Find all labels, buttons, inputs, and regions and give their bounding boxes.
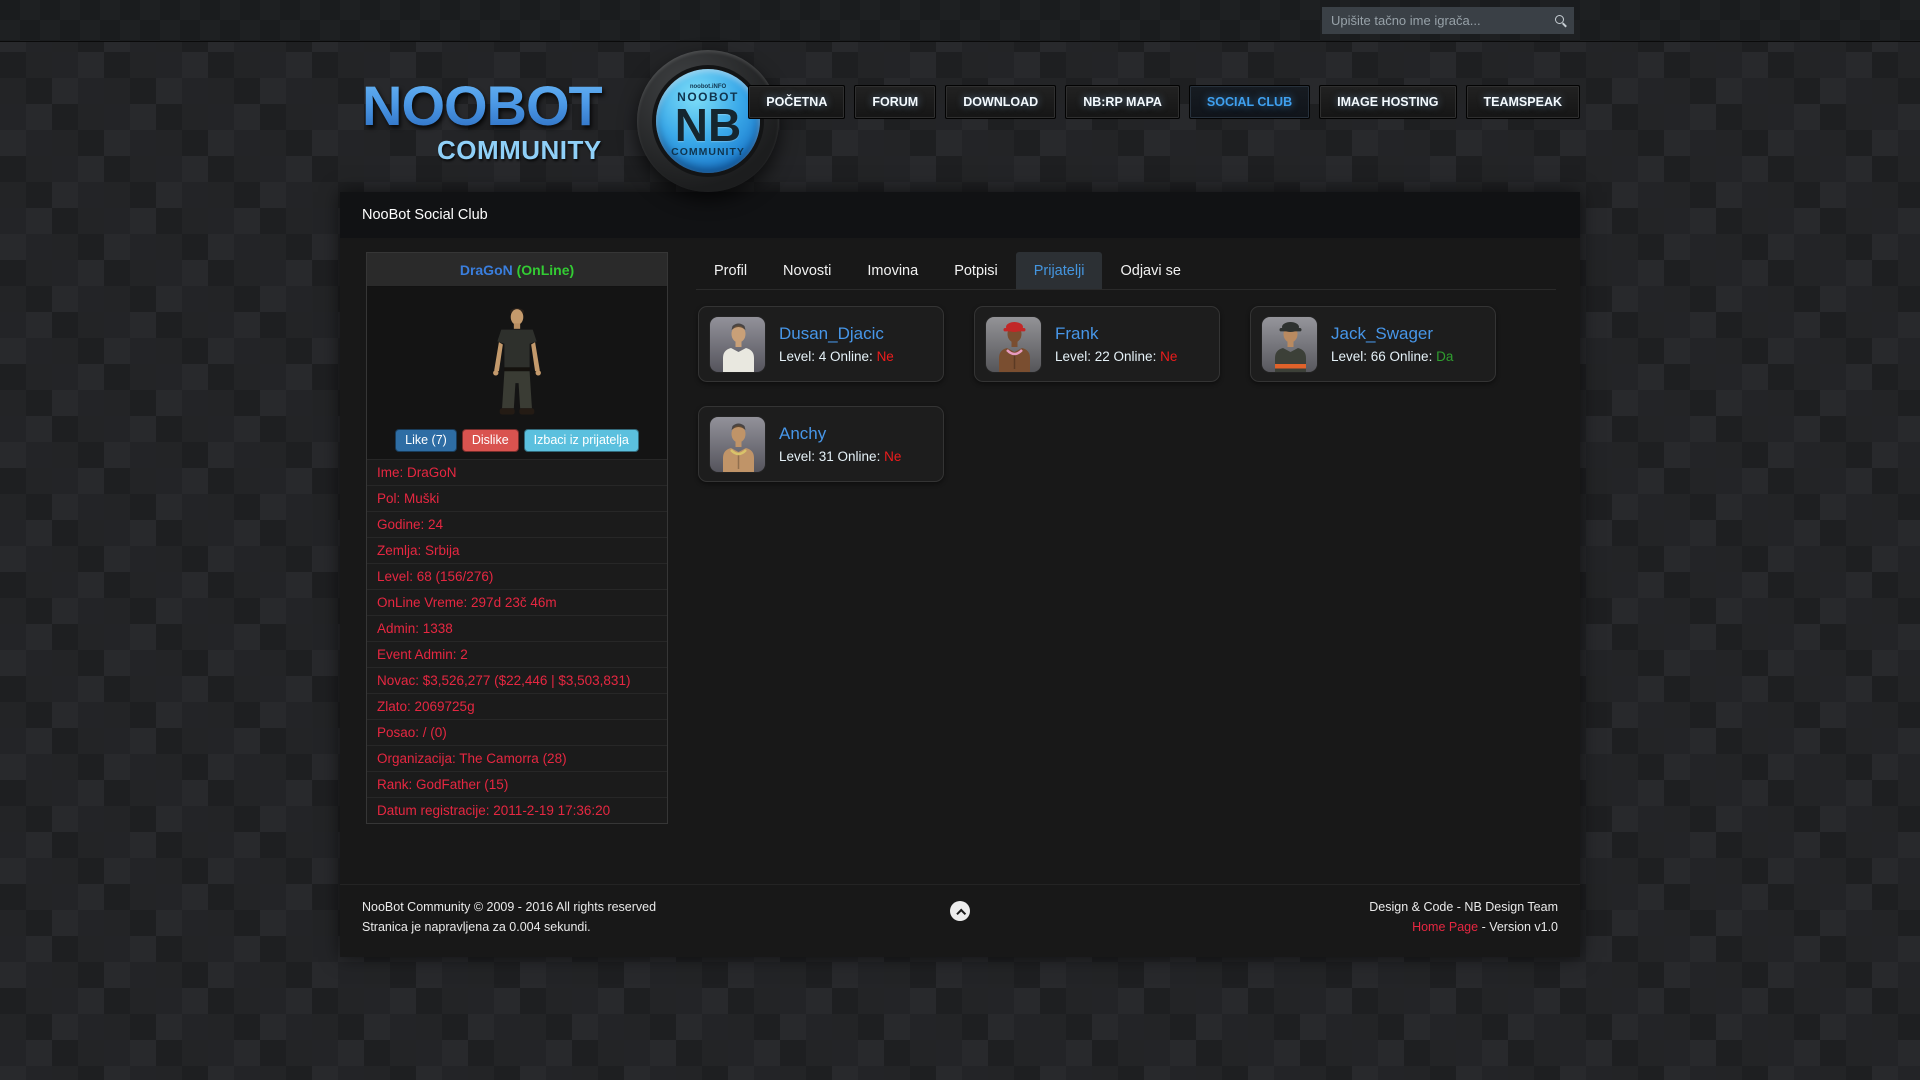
friend-name[interactable]: Frank	[1055, 324, 1177, 344]
search-input[interactable]	[1322, 13, 1574, 28]
friends-list: Dusan_Djacic Level: 4 Online: Ne Frank Lev…	[696, 290, 1556, 482]
footer: NooBot Community © 2009 - 2016 All right…	[340, 884, 1580, 941]
profile-stat-row: Posao: / (0)	[367, 719, 667, 745]
friend-level-online: Level: 66 Online: Da	[1331, 349, 1453, 364]
friend-online-value: Ne	[1160, 349, 1177, 364]
footer-rendertime-line: Stranica je napravljena za 0.004 sekundi…	[362, 917, 656, 937]
footer-version-text: - Version v1.0	[1478, 920, 1558, 934]
friend-card-anchy[interactable]: Anchy Level: 31 Online: Ne	[698, 406, 944, 482]
footer-credits: Design & Code - NB Design Team Home Page…	[1369, 897, 1558, 937]
profile-stat-row: Ime: DraGoN	[367, 459, 667, 485]
tab-potpisi[interactable]: Potpisi	[936, 252, 1016, 289]
profile-stat-row: Level: 68 (156/276)	[367, 563, 667, 589]
friend-info: Frank Level: 22 Online: Ne	[1055, 324, 1177, 364]
nav-item-teamspeak[interactable]: TEAMSPEAK	[1466, 85, 1580, 119]
profile-stat-row: Organizacija: The Camorra (28)	[367, 745, 667, 771]
profile-stat-row: Zlato: 2069725g	[367, 693, 667, 719]
friend-online-value: Ne	[877, 349, 894, 364]
profile-stat-row: Event Admin: 2	[367, 641, 667, 667]
friend-online-value: Ne	[884, 449, 901, 464]
logo-subtitle: COMMUNITY	[362, 135, 602, 166]
nav-item-social-club[interactable]: SOCIAL CLUB	[1189, 85, 1310, 119]
profile-panel: DraGoN (OnLine)	[366, 252, 668, 824]
friend-info: Anchy Level: 31 Online: Ne	[779, 424, 901, 464]
tab-profil[interactable]: Profil	[696, 252, 765, 289]
tab-odjavi-se[interactable]: Odjavi se	[1102, 252, 1198, 289]
profile-stat-row: Rank: GodFather (15)	[367, 771, 667, 797]
profile-avatar-image	[467, 306, 567, 424]
page-title: NooBot Social Club	[340, 192, 1580, 238]
profile-name: DraGoN	[460, 262, 513, 278]
site-header: NOOBOT COMMUNITY noobot.iNFO NOOBOT NB C…	[340, 42, 1580, 192]
profile-avatar-section: Like (7) Dislike Izbaci iz prijatelja	[367, 287, 667, 459]
nav-item-po-etna[interactable]: POČETNA	[748, 85, 845, 119]
badge-center-text: NB	[675, 104, 741, 146]
friend-level-online: Level: 4 Online: Ne	[779, 349, 894, 364]
profile-stat-row: Admin: 1338	[367, 615, 667, 641]
profile-stat-row: Datum registracije: 2011-2-19 17:36:20	[367, 797, 667, 823]
nav-item-forum[interactable]: FORUM	[854, 85, 936, 119]
profile-header: DraGoN (OnLine)	[367, 253, 667, 287]
logo-title: NOOBOT	[362, 78, 602, 134]
remove-friend-button[interactable]: Izbaci iz prijatelja	[524, 429, 639, 452]
footer-version-line: Home Page - Version v1.0	[1369, 917, 1558, 937]
friend-card-dusan-djacic[interactable]: Dusan_Djacic Level: 4 Online: Ne	[698, 306, 944, 382]
friend-avatar-image	[1261, 316, 1318, 373]
friend-name[interactable]: Jack_Swager	[1331, 324, 1453, 344]
home-page-link[interactable]: Home Page	[1412, 920, 1478, 934]
dislike-button[interactable]: Dislike	[462, 429, 519, 452]
like-button[interactable]: Like (7)	[395, 429, 457, 452]
profile-stat-row: Pol: Muški	[367, 485, 667, 511]
social-club-panel: ProfilNovostiImovinaPotpisiPrijateljiOdj…	[696, 252, 1556, 482]
friend-name[interactable]: Anchy	[779, 424, 901, 444]
topbar	[0, 0, 1920, 42]
friend-info: Dusan_Djacic Level: 4 Online: Ne	[779, 324, 894, 364]
footer-design-line: Design & Code - NB Design Team	[1369, 897, 1558, 917]
tab-novosti[interactable]: Novosti	[765, 252, 849, 289]
profile-stat-row: Zemlja: Srbija	[367, 537, 667, 563]
friend-info: Jack_Swager Level: 66 Online: Da	[1331, 324, 1453, 364]
nav-item-nb-rp-mapa[interactable]: NB:RP MAPA	[1065, 85, 1180, 119]
footer-copyright: NooBot Community © 2009 - 2016 All right…	[362, 897, 656, 937]
scroll-to-top-button[interactable]	[950, 901, 970, 921]
friend-level-online: Level: 31 Online: Ne	[779, 449, 901, 464]
friend-level-online: Level: 22 Online: Ne	[1055, 349, 1177, 364]
nb-logo-badge[interactable]: noobot.iNFO NOOBOT NB COMMUNITY	[637, 50, 779, 192]
tab-imovina[interactable]: Imovina	[849, 252, 936, 289]
friend-avatar-image	[709, 316, 766, 373]
profile-stat-row: OnLine Vreme: 297d 23č 46m	[367, 589, 667, 615]
chevron-up-icon	[956, 908, 966, 918]
site-logo[interactable]: NOOBOT COMMUNITY	[362, 78, 602, 166]
friend-online-value: Da	[1436, 349, 1453, 364]
footer-copyright-line: NooBot Community © 2009 - 2016 All right…	[362, 897, 656, 917]
player-search-box[interactable]	[1322, 7, 1574, 34]
friend-card-frank[interactable]: Frank Level: 22 Online: Ne	[974, 306, 1220, 382]
nav-item-download[interactable]: DOWNLOAD	[945, 85, 1056, 119]
badge-bottom-text: COMMUNITY	[671, 146, 745, 158]
main-nav: POČETNA FORUM DOWNLOAD NB:RP MAPA SOCIAL CLU…	[748, 85, 1580, 119]
nav-item-image-hosting[interactable]: IMAGE HOSTING	[1319, 85, 1456, 119]
friend-avatar-image	[985, 316, 1042, 373]
profile-stat-row: Novac: $3,526,277 ($22,446 | $3,503,831)	[367, 667, 667, 693]
nb-badge-inner: noobot.iNFO NOOBOT NB COMMUNITY	[656, 69, 760, 173]
friend-card-jack-swager[interactable]: Jack_Swager Level: 66 Online: Da	[1250, 306, 1496, 382]
friend-name[interactable]: Dusan_Djacic	[779, 324, 894, 344]
search-icon[interactable]	[1554, 14, 1567, 27]
tab-prijatelji[interactable]: Prijatelji	[1016, 252, 1103, 289]
friend-avatar-image	[709, 416, 766, 473]
profile-stat-row: Godine: 24	[367, 511, 667, 537]
profile-tabs: ProfilNovostiImovinaPotpisiPrijateljiOdj…	[696, 252, 1556, 290]
profile-stats-list: Ime: DraGoNPol: MuškiGodine: 24Zemlja: S…	[367, 459, 667, 823]
main-wrapper: NooBot Social Club DraGoN (OnLine)	[340, 192, 1580, 957]
profile-actions: Like (7) Dislike Izbaci iz prijatelja	[395, 429, 639, 452]
profile-online-status-text: (OnLine)	[517, 262, 575, 278]
